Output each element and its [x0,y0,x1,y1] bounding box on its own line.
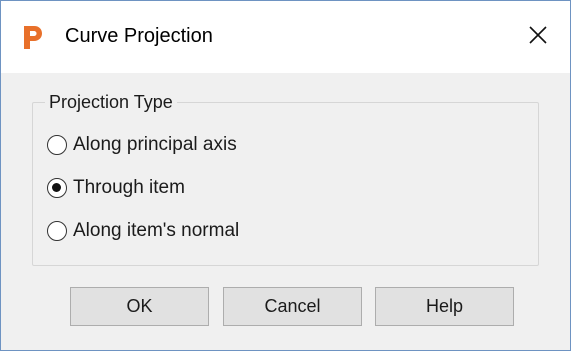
radio-along-principal-axis[interactable]: Along principal axis [47,134,237,156]
radio-label: Through item [73,177,185,198]
title-bar: Curve Projection [1,1,570,73]
app-logo-icon [22,23,44,51]
cancel-button[interactable]: Cancel [223,287,362,326]
group-legend: Projection Type [45,92,177,113]
radio-through-item[interactable]: Through item [47,177,185,199]
help-button[interactable]: Help [375,287,514,326]
close-button[interactable] [506,1,570,73]
radio-button[interactable] [47,135,67,155]
radio-button[interactable] [47,221,67,241]
radio-label: Along principal axis [73,134,237,155]
radio-button-selected[interactable] [47,178,67,198]
curve-projection-dialog: Curve Projection Projection Type Along p… [0,0,571,351]
radio-label: Along item's normal [73,220,240,241]
close-icon [528,25,548,50]
radio-along-items-normal[interactable]: Along item's normal [47,220,239,242]
ok-button[interactable]: OK [70,287,209,326]
window-title: Curve Projection [65,25,213,47]
projection-type-group: Projection Type Along principal axis Thr… [32,92,539,266]
